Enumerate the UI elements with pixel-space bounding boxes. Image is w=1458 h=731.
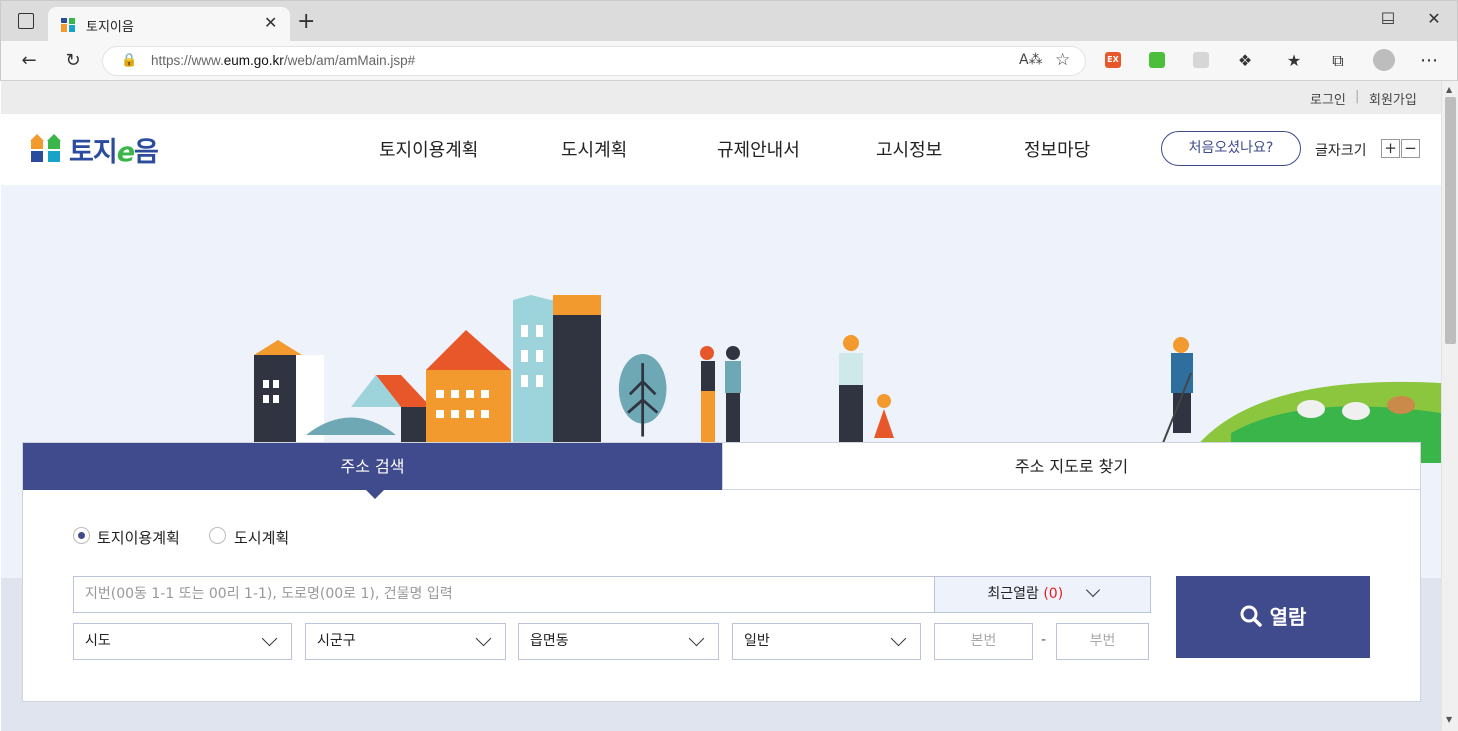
collections-icon[interactable]: ⧉ [1326, 49, 1350, 73]
address-search-input[interactable]: 지번(00동 1-1 또는 00리 1-1), 도로명(00로 1), 건물명 … [73, 576, 935, 613]
main-number-input[interactable]: 본번 [934, 623, 1033, 660]
extension-ex-icon[interactable]: EX [1105, 52, 1121, 68]
select-sigungu[interactable]: 시군구 [305, 623, 506, 660]
site-header: 토지e음 토지이용계획 도시계획 규제안내서 고시정보 정보마당 처음오셨나요?… [1, 114, 1441, 185]
browser-tab[interactable]: 토지이음 ✕ [48, 7, 290, 42]
eum-favicon-icon [61, 18, 75, 32]
chevron-down-icon [890, 630, 907, 647]
tree-illustration-icon [618, 353, 667, 437]
font-increase-button[interactable]: + [1381, 139, 1400, 158]
tab-title: 토지이음 [86, 20, 134, 35]
more-menu-icon[interactable]: ⋯ [1417, 49, 1441, 73]
nav-regulation-guide[interactable]: 규제안내서 [717, 136, 800, 162]
nav-urban-plan[interactable]: 도시계획 [561, 136, 627, 162]
people-family-icon [839, 335, 894, 443]
read-aloud-icon[interactable]: A⁂ [1019, 52, 1043, 68]
select-sido[interactable]: 시도 [73, 623, 292, 660]
people-couple-icon [700, 346, 741, 443]
scroll-up-icon[interactable]: ▲ [1446, 85, 1452, 94]
tab-close-icon[interactable]: ✕ [264, 13, 277, 32]
utility-bar: 로그인 | 회원가입 [1, 81, 1441, 114]
close-window-button[interactable]: ✕ [1411, 9, 1457, 28]
view-search-button[interactable]: 열람 [1176, 576, 1370, 658]
extension-green-icon[interactable] [1149, 52, 1165, 68]
number-separator: - [1041, 632, 1047, 648]
url-text: https://www.eum.go.kr/web/am/amMain.jsp# [151, 53, 416, 68]
favorite-add-icon[interactable]: ☆ [1055, 50, 1070, 70]
chevron-down-icon [475, 630, 492, 647]
util-separator: | [1355, 89, 1360, 104]
recent-views-label: 최근열람 [987, 586, 1039, 602]
scroll-down-icon[interactable]: ▼ [1446, 715, 1452, 724]
tab-address-search[interactable]: 주소 검색 [23, 443, 722, 490]
browser-toolbar: ← ↻ 🔒 https://www.eum.go.kr/web/am/amMai… [0, 41, 1458, 81]
web-page: 로그인 | 회원가입 토지e음 토지이용계획 도시계획 규제안내서 고시정보 정… [1, 81, 1441, 731]
scrollbar-thumb[interactable] [1445, 97, 1456, 344]
chevron-down-icon [688, 630, 705, 647]
first-visit-button[interactable]: 처음오셨나요? [1161, 131, 1301, 166]
nav-notice-info[interactable]: 고시정보 [876, 136, 942, 162]
town-illustration-icon [254, 295, 601, 445]
active-tab-pointer [366, 490, 384, 499]
site-logo[interactable]: 토지e음 [69, 130, 159, 169]
chevron-down-icon [1085, 582, 1100, 598]
font-decrease-button[interactable]: − [1401, 139, 1420, 158]
maximize-button[interactable]: ☐ [1365, 9, 1411, 28]
recent-views-dropdown[interactable]: 최근열람 (0) [934, 576, 1151, 613]
signup-link[interactable]: 회원가입 [1369, 89, 1417, 108]
tab-actions-icon[interactable] [18, 13, 34, 29]
search-icon [1240, 605, 1262, 627]
login-link[interactable]: 로그인 [1310, 89, 1346, 108]
profile-avatar[interactable] [1373, 49, 1395, 71]
address-bar[interactable]: 🔒 https://www.eum.go.kr/web/am/amMain.js… [102, 46, 1086, 76]
favorites-icon[interactable]: ★ [1282, 49, 1306, 73]
nav-land-use-plan[interactable]: 토지이용계획 [379, 136, 478, 162]
back-icon[interactable]: ← [17, 49, 41, 73]
new-tab-button[interactable]: + [297, 11, 315, 33]
nav-info-plaza[interactable]: 정보마당 [1024, 136, 1090, 162]
page-scrollbar[interactable]: ▲ ▼ [1441, 81, 1458, 731]
search-card: 주소 검색 주소 지도로 찾기 토지이용계획 도시계획 지번(00동 1-1 또… [22, 442, 1421, 702]
radio-urban-plan-label[interactable]: 도시계획 [234, 527, 289, 548]
chevron-down-icon [261, 630, 278, 647]
radio-land-use-plan-label[interactable]: 토지이용계획 [97, 527, 180, 548]
select-land-type[interactable]: 일반 [732, 623, 921, 660]
font-size-label: 글자크기 [1315, 143, 1367, 159]
refresh-icon[interactable]: ↻ [61, 49, 85, 73]
extension-gray-icon[interactable] [1193, 52, 1209, 68]
radio-urban-plan[interactable] [209, 527, 226, 544]
recent-views-count: (0) [1043, 586, 1064, 602]
tab-map-search[interactable]: 주소 지도로 찾기 [722, 443, 1420, 490]
select-eupmyeondong[interactable]: 읍면동 [518, 623, 719, 660]
browser-tab-bar: 토지이음 ✕ + — ☐ ✕ [0, 0, 1458, 42]
radio-land-use-plan[interactable] [73, 527, 90, 544]
extensions-icon[interactable]: ❖ [1233, 49, 1257, 73]
lock-icon[interactable]: 🔒 [121, 53, 137, 68]
logo-houses-icon[interactable] [30, 133, 62, 163]
sub-number-input[interactable]: 부번 [1056, 623, 1149, 660]
